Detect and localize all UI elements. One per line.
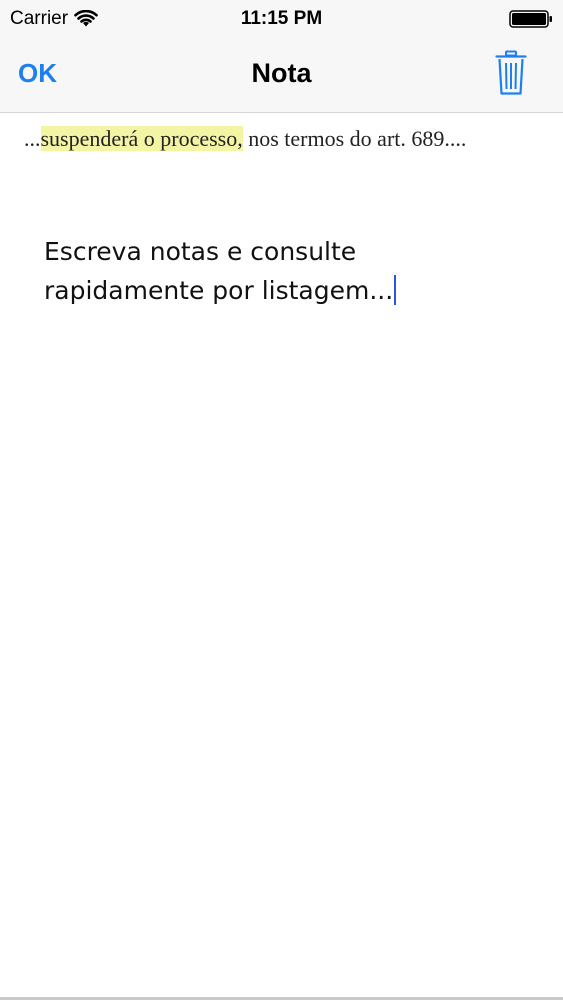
battery-icon xyxy=(509,10,552,28)
trash-icon xyxy=(495,50,527,95)
highlighted-text: suspenderá o processo, xyxy=(40,126,243,151)
note-text: Escreva notas e consulte rapidamente por… xyxy=(44,237,394,305)
highlight-excerpt: ...suspenderá o processo, nos termos do … xyxy=(24,125,539,153)
note-text-area[interactable]: Escreva notas e consulte rapidamente por… xyxy=(30,226,530,966)
excerpt-rest: nos termos do art. 689.... xyxy=(242,126,467,151)
text-cursor xyxy=(394,275,397,305)
note-screen: Carrier 11:15 PM OK Nota ...suspenderá o… xyxy=(0,0,563,1000)
delete-button[interactable] xyxy=(495,50,527,96)
ok-button[interactable]: OK xyxy=(18,58,57,89)
status-bar: Carrier 11:15 PM xyxy=(0,0,563,38)
excerpt-prefix: ... xyxy=(24,126,41,151)
status-time: 11:15 PM xyxy=(240,8,323,29)
navigation-header: Carrier 11:15 PM OK Nota xyxy=(0,0,563,113)
page-title: Nota xyxy=(251,58,312,88)
nav-bar: OK Nota xyxy=(0,38,563,113)
